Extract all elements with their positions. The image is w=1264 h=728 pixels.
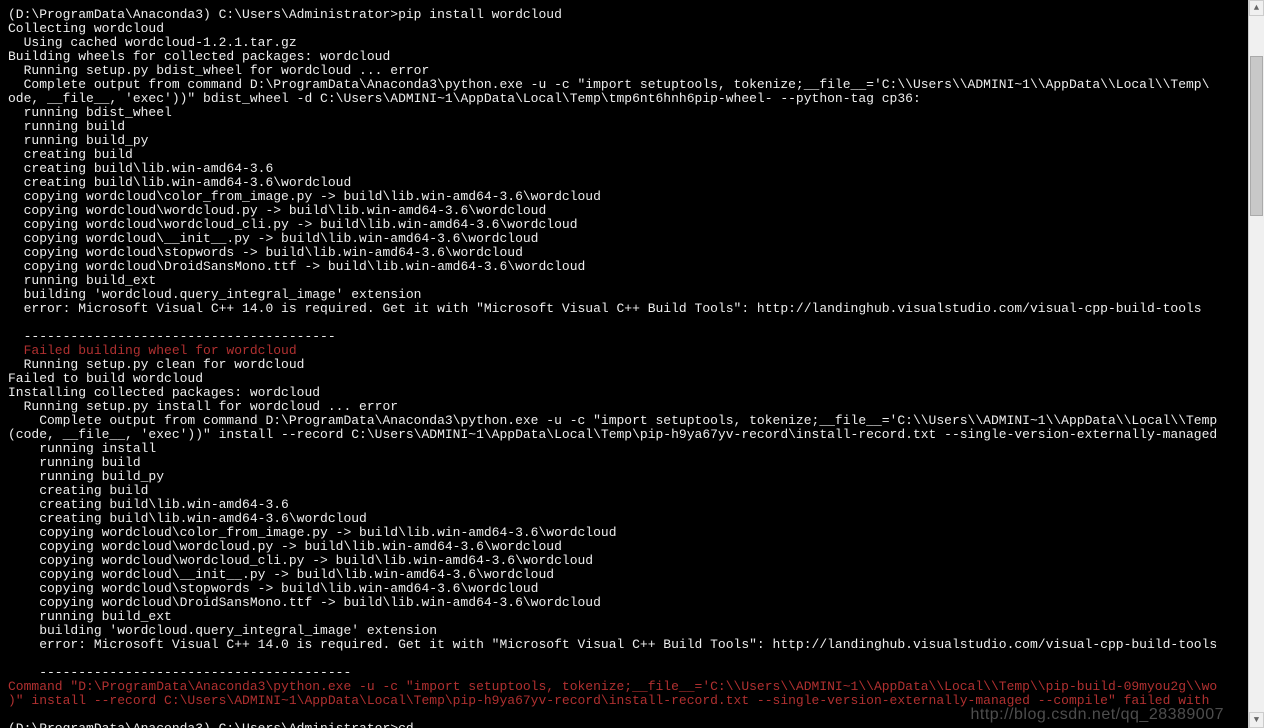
scrollbar-thumb[interactable] — [1250, 56, 1263, 216]
terminal-output-block-1: Collecting wordcloud Using cached wordcl… — [8, 22, 1248, 344]
scrollbar-up-button[interactable]: ▲ — [1249, 0, 1264, 16]
terminal-blank — [8, 708, 1248, 722]
terminal-line-end: (D:\ProgramData\Anaconda3) C:\Users\Admi… — [8, 722, 1248, 728]
terminal-error-line-1: Failed building wheel for wordcloud — [8, 344, 1248, 358]
chevron-up-icon: ▲ — [1254, 1, 1259, 15]
vertical-scrollbar[interactable]: ▲ ▼ — [1248, 0, 1264, 728]
terminal-error-line-2a: Command "D:\ProgramData\Anaconda3\python… — [8, 680, 1248, 694]
terminal-content[interactable]: (D:\ProgramData\Anaconda3) C:\Users\Admi… — [0, 0, 1248, 728]
scrollbar-down-button[interactable]: ▼ — [1249, 712, 1264, 728]
terminal-error-line-2b: )" install --record C:\Users\ADMINI~1\Ap… — [8, 694, 1248, 708]
scrollbar-track[interactable] — [1249, 16, 1264, 712]
terminal-window: (D:\ProgramData\Anaconda3) C:\Users\Admi… — [0, 0, 1264, 728]
chevron-down-icon: ▼ — [1254, 713, 1259, 727]
terminal-output-block-2: Running setup.py clean for wordcloud Fai… — [8, 358, 1248, 680]
terminal-line-prompt: (D:\ProgramData\Anaconda3) C:\Users\Admi… — [8, 8, 1248, 22]
